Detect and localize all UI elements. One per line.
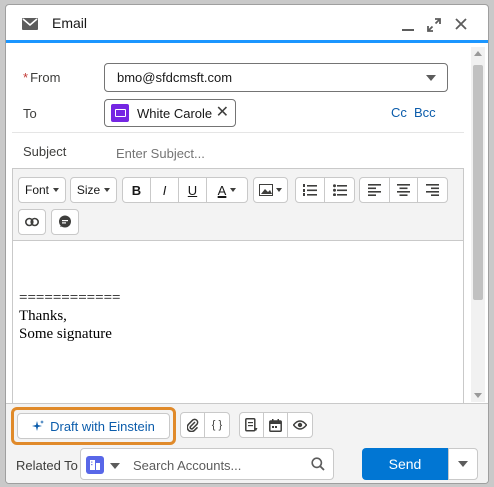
image-icon	[259, 184, 273, 196]
font-select-label: Font	[24, 183, 49, 197]
paperclip-icon	[186, 418, 198, 432]
format-button-group: B I U A	[122, 177, 248, 203]
from-select[interactable]: bmo@sfdcmsft.com	[104, 63, 448, 92]
recipient-name: White Carole	[137, 105, 213, 121]
insert-link-button[interactable]	[18, 209, 46, 235]
draft-with-einstein-label: Draft with Einstein	[50, 418, 155, 434]
align-center-icon	[396, 184, 410, 196]
search-accounts-input[interactable]	[125, 455, 305, 475]
numbered-list-button[interactable]	[296, 178, 326, 202]
email-icon	[22, 18, 38, 30]
account-object-icon[interactable]	[86, 456, 104, 474]
size-select-label: Size	[76, 183, 101, 197]
chevron-down-icon	[426, 75, 436, 81]
align-left-icon	[367, 184, 381, 196]
cc-link[interactable]: Cc	[391, 105, 407, 120]
send-button[interactable]: Send	[362, 448, 448, 480]
bulleted-list-button[interactable]	[325, 178, 354, 202]
text-color-button[interactable]: A	[207, 178, 247, 202]
search-icon	[311, 457, 325, 471]
from-label: * From	[23, 70, 60, 85]
required-marker: *	[23, 70, 29, 85]
expand-icon[interactable]	[427, 18, 441, 32]
divider	[12, 132, 464, 133]
contact-card-icon	[111, 104, 129, 122]
chevron-down-icon	[276, 188, 282, 192]
eye-icon	[293, 420, 307, 430]
schedule-button[interactable]	[264, 413, 288, 437]
einstein-highlight: Draft with Einstein	[11, 407, 176, 445]
related-to-lookup	[80, 448, 334, 480]
sparkles-icon	[32, 420, 45, 431]
signature-separator: ============	[19, 290, 121, 306]
vertical-scrollbar[interactable]	[471, 47, 485, 402]
send-options-button[interactable]	[448, 448, 478, 480]
scroll-down-icon[interactable]	[474, 393, 482, 398]
attach-merge-group: { }	[180, 412, 230, 438]
composer-header: Email	[6, 5, 488, 43]
align-center-button[interactable]	[390, 178, 419, 202]
remove-recipient-icon[interactable]: ✕	[216, 105, 229, 121]
numbered-list-icon	[303, 184, 317, 196]
align-right-icon	[426, 184, 440, 196]
email-composer-window: Email * From bmo@sfdcmsft.com To White C…	[5, 4, 489, 484]
chevron-down-icon	[53, 188, 59, 192]
merge-field-icon: { }	[211, 419, 223, 431]
composer-footer: Draft with Einstein { } Related To Searc…	[6, 403, 488, 483]
chevron-down-icon[interactable]	[110, 463, 120, 469]
to-label: To	[23, 106, 37, 121]
bulleted-list-icon	[332, 184, 347, 196]
scroll-up-icon[interactable]	[474, 51, 482, 56]
rich-text-editor[interactable]: Font Size B I U A	[12, 168, 464, 406]
font-select[interactable]: Font	[18, 177, 66, 203]
body-line: Thanks,	[19, 308, 67, 324]
from-value: bmo@sfdcmsft.com	[117, 70, 233, 85]
subject-label: Subject	[23, 144, 67, 159]
insert-image-button[interactable]	[253, 177, 288, 203]
email-body[interactable]: ============ Thanks, Some signature	[19, 289, 121, 343]
chevron-down-icon	[458, 461, 468, 467]
recipient-pill[interactable]: White Carole ✕	[104, 99, 236, 127]
body-line: Some signature	[19, 326, 112, 342]
list-button-group	[295, 177, 355, 203]
draft-with-einstein-button[interactable]: Draft with Einstein	[17, 413, 170, 439]
composer-title: Email	[52, 15, 88, 31]
attach-file-button[interactable]	[181, 413, 205, 437]
related-to-label: Related To	[16, 458, 78, 473]
bold-button[interactable]: B	[123, 178, 151, 202]
quote-button[interactable]	[51, 209, 79, 235]
chevron-down-icon	[230, 188, 237, 192]
text-color-icon: A	[217, 182, 227, 198]
italic-button[interactable]: I	[151, 178, 179, 202]
template-button[interactable]	[240, 413, 264, 437]
editor-toolbar: Font Size B I U A	[13, 169, 463, 241]
quote-icon	[59, 215, 71, 228]
subject-input[interactable]	[108, 142, 438, 164]
from-label-text: From	[30, 70, 61, 85]
align-right-button[interactable]	[418, 178, 447, 202]
underline-button[interactable]: U	[179, 178, 207, 202]
insert-merge-field-button[interactable]: { }	[205, 413, 229, 437]
close-icon[interactable]	[454, 18, 468, 32]
scrollbar-thumb[interactable]	[473, 65, 483, 300]
preview-button[interactable]	[288, 413, 312, 437]
bcc-link[interactable]: Bcc	[414, 105, 436, 120]
link-icon	[25, 217, 39, 227]
template-preview-group	[239, 412, 313, 438]
minimize-icon[interactable]	[401, 18, 415, 32]
align-left-button[interactable]	[360, 178, 390, 202]
template-icon	[245, 418, 258, 432]
align-button-group	[359, 177, 448, 203]
chevron-down-icon	[104, 188, 111, 192]
size-select[interactable]: Size	[70, 177, 117, 203]
calendar-icon	[269, 418, 282, 432]
